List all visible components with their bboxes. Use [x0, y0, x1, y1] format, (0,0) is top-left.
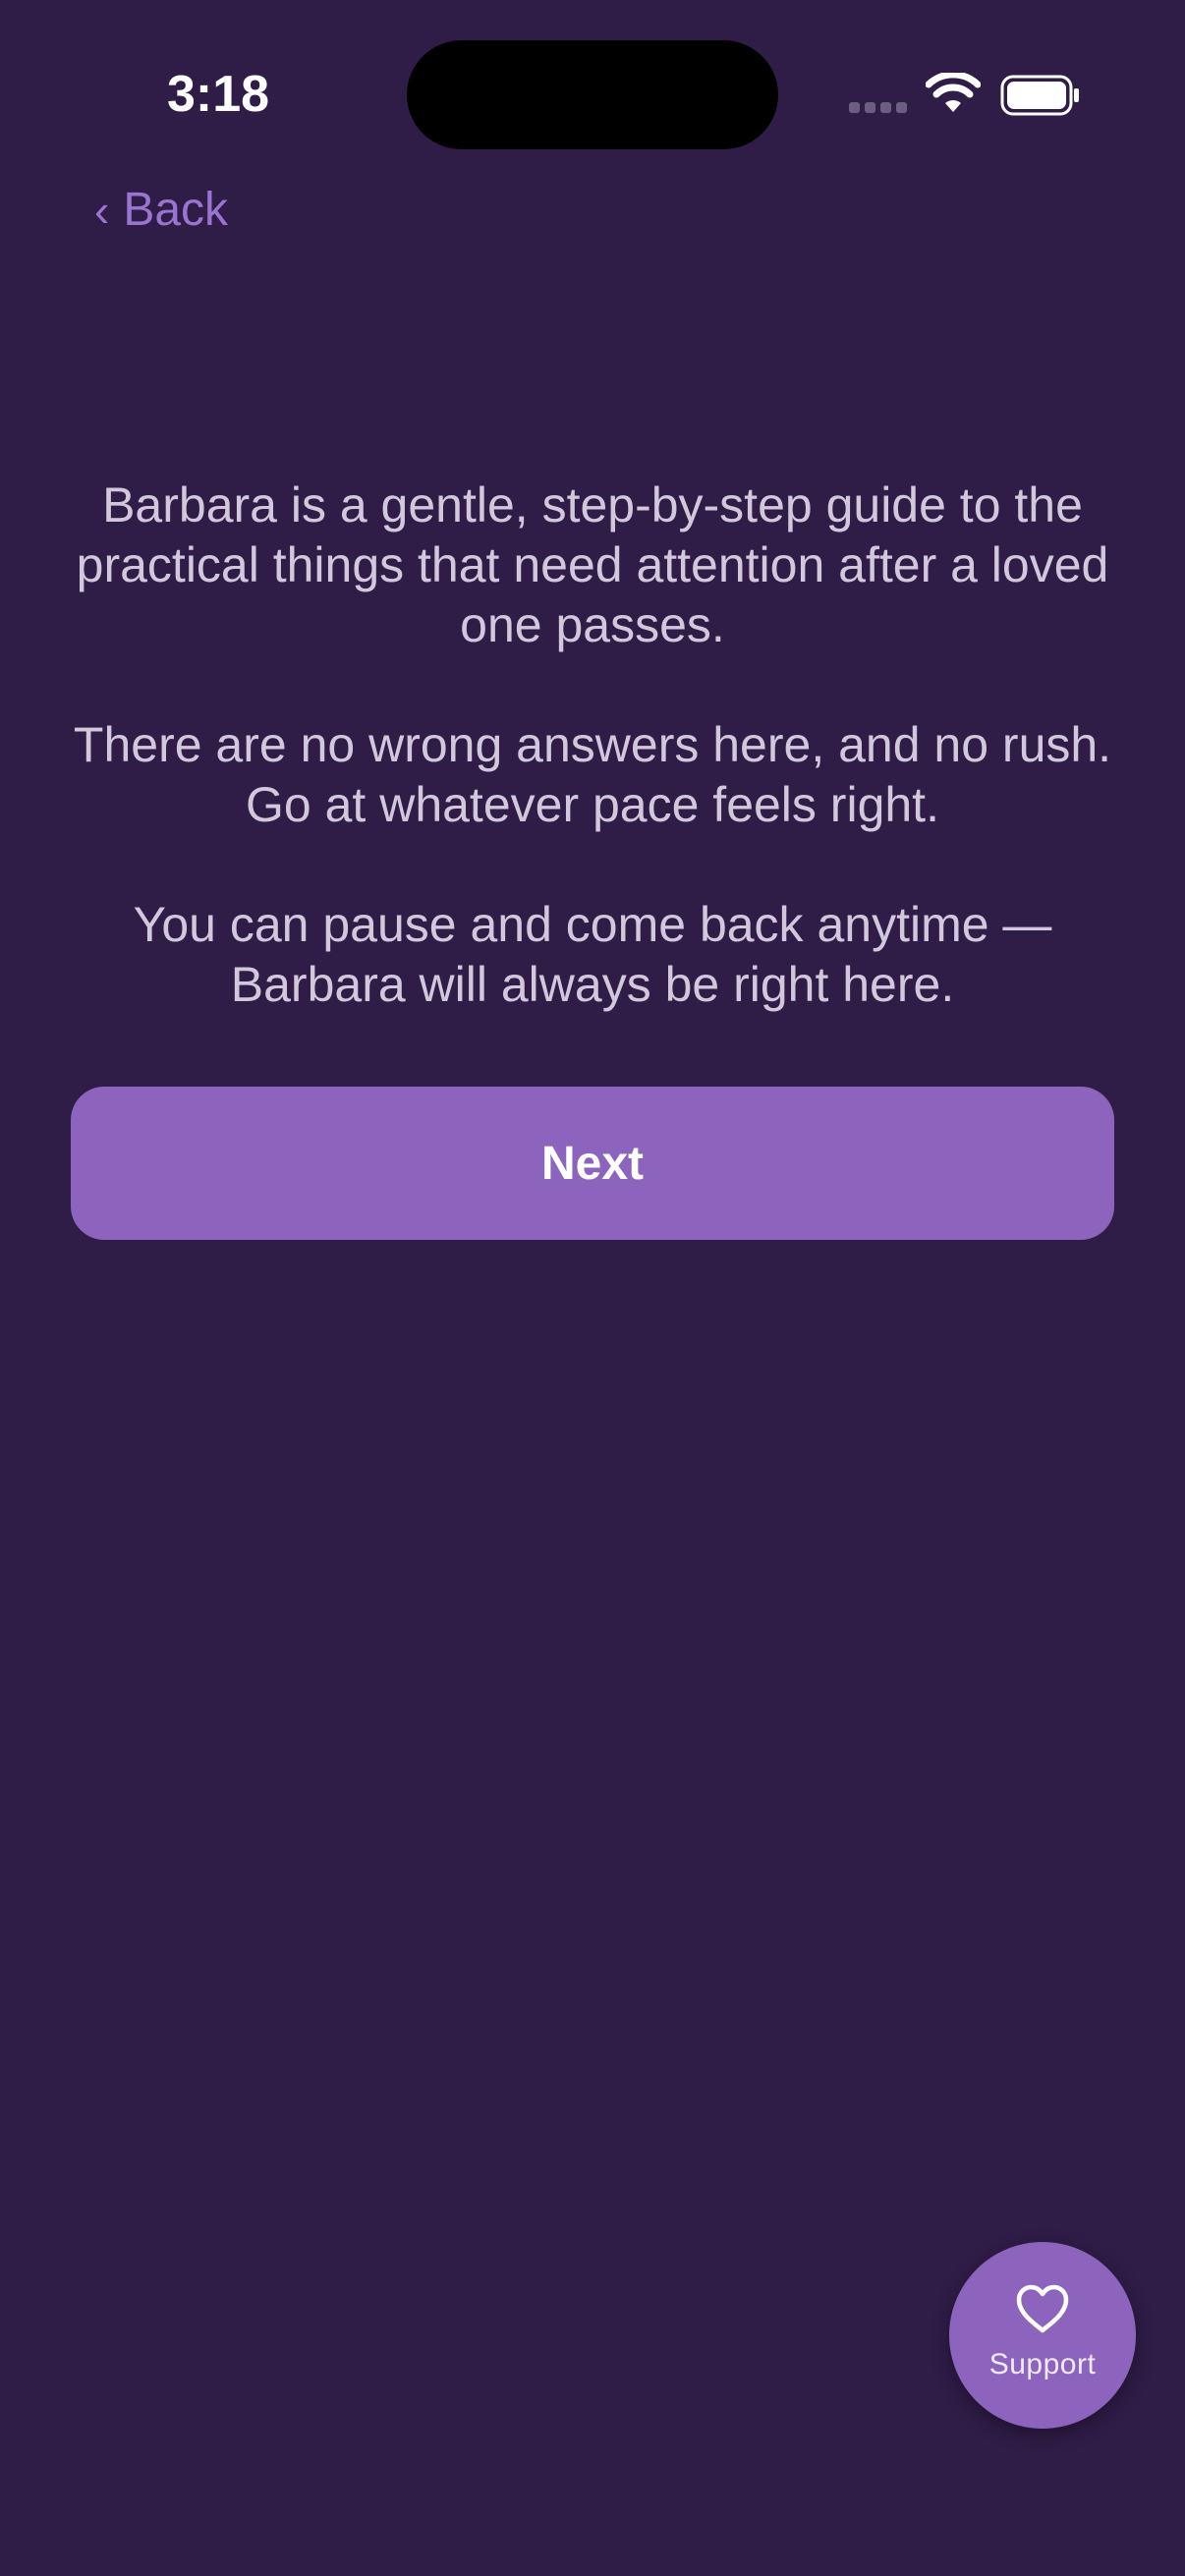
support-label: Support: [988, 2348, 1097, 2380]
chevron-left-icon: ‹: [94, 184, 110, 236]
intro-paragraph-3: You can pause and come back anytime — Ba…: [133, 897, 1052, 1012]
battery-icon: [1000, 75, 1079, 116]
back-label: Back: [123, 184, 229, 236]
intro-paragraph-1: Barbara is a gentle, step-by-step guide …: [76, 477, 1109, 652]
intro-paragraph-2: There are no wrong answers here, and no …: [73, 717, 1112, 832]
signal-dots-icon: [849, 102, 908, 116]
dynamic-island: [407, 40, 778, 149]
heart-icon: [1016, 2284, 1069, 2333]
status-bar: 3:18: [0, 0, 1185, 196]
status-time: 3:18: [167, 66, 270, 123]
wifi-icon: [926, 73, 981, 112]
intro-text: Barbara is a gentle, step-by-step guide …: [59, 476, 1126, 1075]
support-button[interactable]: Support: [949, 2242, 1136, 2429]
next-button[interactable]: Next: [71, 1087, 1114, 1240]
back-button[interactable]: ‹ Back: [94, 183, 228, 237]
